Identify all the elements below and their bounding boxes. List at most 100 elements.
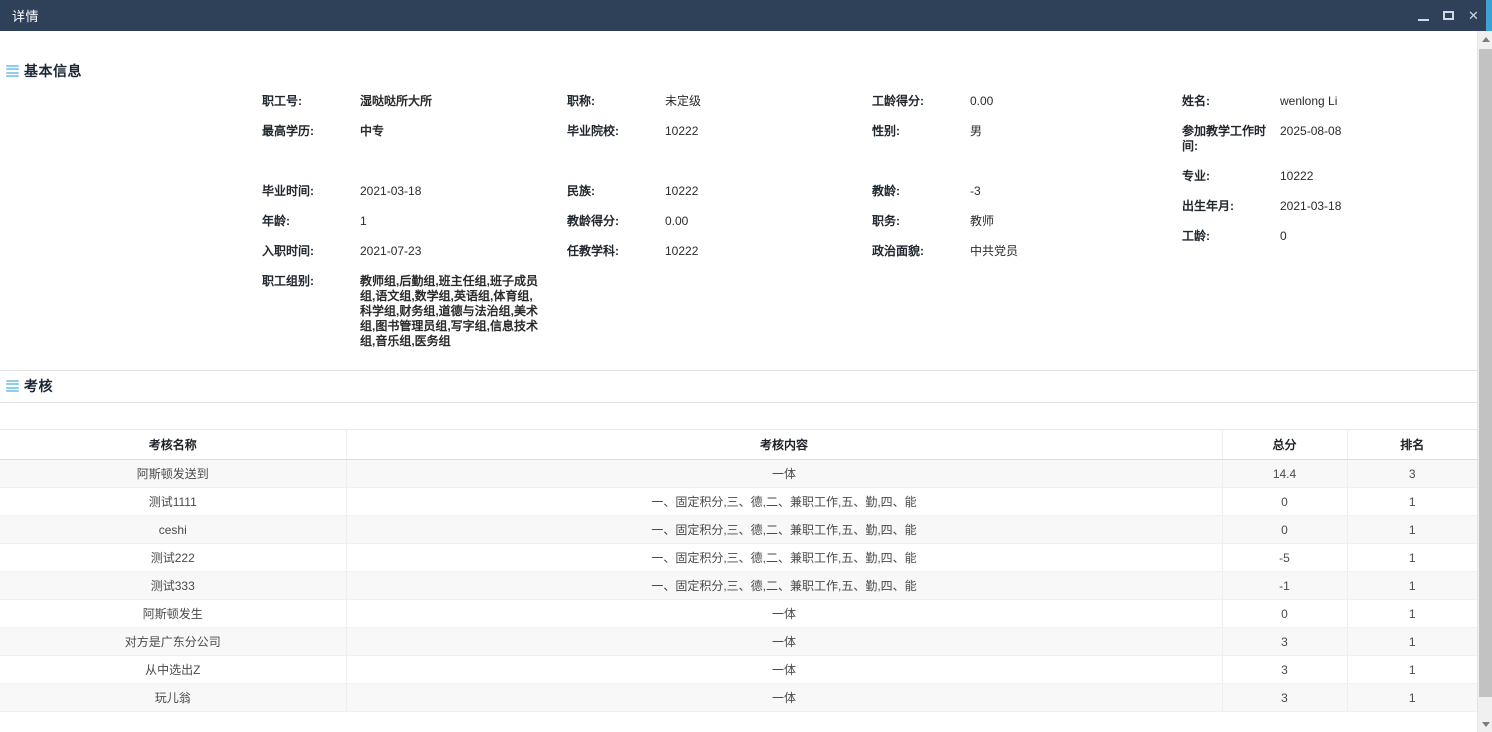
info-row-seniority-score: 工龄得分: 0.00: [872, 93, 1182, 123]
info-label: 专业:: [1182, 169, 1210, 183]
info-row-seniority: 工龄: 0: [1182, 228, 1477, 258]
info-row-employee-no: 职工号: 湿哒哒所大所: [262, 93, 567, 123]
cell-content: 一、固定积分,三、德,二、兼职工作,五、勤,四、能: [346, 515, 1223, 544]
info-row-graduation-school: 毕业院校: 10222: [567, 123, 872, 153]
info-label: 入职时间:: [262, 244, 314, 258]
info-row-employee-groups: 职工组别: 教师组,后勤组,班主任组,班子成员组,语文组,数学组,英语组,体育组…: [262, 273, 567, 349]
info-value: 10222: [1280, 169, 1314, 183]
scroll-down-button[interactable]: [1478, 716, 1492, 732]
section-title-assessment: 考核: [24, 378, 53, 394]
info-row-major: 专业: 10222: [1182, 168, 1477, 198]
table-row[interactable]: 测试222 一、固定积分,三、德,二、兼职工作,五、勤,四、能 -5 1: [0, 543, 1477, 572]
table-row[interactable]: 从中选出Z 一体 3 1: [0, 655, 1477, 684]
cell-content: 一体: [346, 599, 1223, 628]
info-value: 2025-08-08: [1280, 124, 1342, 138]
info-label: 毕业院校:: [567, 124, 619, 138]
section-divider-assessment: [0, 402, 1477, 403]
table-head: 考核名称 考核内容 总分 排名: [0, 429, 1477, 460]
title-bar: 详情 ✕: [0, 0, 1492, 31]
info-column-1: 职工号: 湿哒哒所大所 最高学历: 中专 毕业时间: 2021-03-18 年龄…: [262, 93, 567, 349]
scroll-up-button[interactable]: [1478, 31, 1492, 47]
cell-rank: 1: [1347, 655, 1477, 684]
maximize-icon: [1443, 11, 1454, 20]
column-header-content[interactable]: 考核内容: [346, 429, 1223, 460]
cell-content: 一体: [346, 655, 1223, 684]
table-row[interactable]: 测试1111 一、固定积分,三、德,二、兼职工作,五、勤,四、能 0 1: [0, 487, 1477, 516]
cell-content: 一体: [346, 683, 1223, 712]
info-row-teaching-years-score: 教龄得分: 0.00: [567, 213, 872, 243]
info-label: 参加教学工作时间:: [1182, 124, 1267, 153]
info-row-birth-date: 出生年月: 2021-03-18: [1182, 198, 1477, 228]
info-value: 2021-07-23: [360, 244, 422, 258]
info-value: 0.00: [665, 214, 689, 228]
cell-rank: 1: [1347, 683, 1477, 712]
info-row-age: 年龄: 1: [262, 213, 567, 243]
info-column-4: 姓名: wenlong Li 参加教学工作时间: 2025-08-08 专业: …: [1182, 93, 1477, 349]
minimize-button[interactable]: [1411, 0, 1436, 31]
info-label: 出生年月:: [1182, 199, 1234, 213]
content-area: 基本信息 职工号: 湿哒哒所大所 最高学历: 中专 毕业时间: 2021-03-…: [0, 31, 1477, 732]
info-row-teaching-start-date: 参加教学工作时间: 2025-08-08: [1182, 123, 1477, 154]
cell-name: 从中选出Z: [0, 655, 347, 684]
info-value: 教师: [970, 214, 995, 228]
info-column-2: 职称: 未定级 毕业院校: 10222 民族: 10222 教龄得分: 0.00: [567, 93, 872, 349]
info-value: 2021-03-18: [1280, 199, 1342, 213]
table-row[interactable]: 测试333 一、固定积分,三、德,二、兼职工作,五、勤,四、能 -1 1: [0, 571, 1477, 600]
info-row-teaching-years: 教龄: -3: [872, 183, 1182, 213]
info-value: wenlong Li: [1280, 94, 1338, 108]
info-row-name: 姓名: wenlong Li: [1182, 93, 1477, 123]
cell-content: 一、固定积分,三、德,二、兼职工作,五、勤,四、能: [346, 543, 1223, 572]
close-button[interactable]: ✕: [1461, 0, 1486, 31]
column-header-name[interactable]: 考核名称: [0, 429, 347, 460]
info-label: 职工组别:: [262, 274, 314, 288]
info-label: 职称:: [567, 94, 595, 108]
cell-rank: 1: [1347, 487, 1477, 516]
cell-score: 3: [1222, 683, 1348, 712]
cell-score: 0: [1222, 515, 1348, 544]
info-label: 政治面貌:: [872, 244, 924, 258]
info-value: 0.00: [970, 94, 994, 108]
info-value: 男: [970, 124, 983, 138]
info-label: 最高学历:: [262, 124, 314, 138]
section-header-assessment: 考核: [0, 373, 53, 399]
cell-rank: 3: [1347, 459, 1477, 488]
cell-content: 一、固定积分,三、德,二、兼职工作,五、勤,四、能: [346, 571, 1223, 600]
vertical-scrollbar[interactable]: [1477, 31, 1492, 732]
info-label: 职务:: [872, 214, 900, 228]
info-value: 10222: [665, 244, 699, 258]
cell-score: 3: [1222, 627, 1348, 656]
table-row[interactable]: 玩儿翁 一体 3 1: [0, 683, 1477, 712]
scrollbar-thumb[interactable]: [1479, 49, 1492, 697]
table-row[interactable]: ceshi 一、固定积分,三、德,二、兼职工作,五、勤,四、能 0 1: [0, 515, 1477, 544]
table-row[interactable]: 阿斯顿发生 一体 0 1: [0, 599, 1477, 628]
table-row[interactable]: 阿斯顿发送到 一体 14.4 3: [0, 459, 1477, 488]
titlebar-accent-edge: [1486, 0, 1492, 31]
info-value: 2021-03-18: [360, 184, 422, 198]
column-header-score[interactable]: 总分: [1222, 429, 1348, 460]
info-row-teaching-subject: 任教学科: 10222: [567, 243, 872, 273]
info-row-graduation-date: 毕业时间: 2021-03-18: [262, 183, 567, 213]
close-icon: ✕: [1468, 8, 1479, 23]
column-header-rank[interactable]: 排名: [1347, 429, 1477, 460]
info-label: 工龄:: [1182, 229, 1210, 243]
table-row[interactable]: 对方是广东分公司 一体 3 1: [0, 627, 1477, 656]
section-divider-basic: [0, 370, 1477, 371]
cell-content: 一、固定积分,三、德,二、兼职工作,五、勤,四、能: [346, 487, 1223, 516]
info-row-political-status: 政治面貌: 中共党员: [872, 243, 1182, 273]
maximize-button[interactable]: [1436, 0, 1461, 31]
info-row-hire-date: 入职时间: 2021-07-23: [262, 243, 567, 273]
info-value: 10222: [665, 124, 699, 138]
chevron-down-icon: [1481, 721, 1490, 727]
info-value: 1: [360, 214, 367, 228]
cell-content: 一体: [346, 627, 1223, 656]
scrollbar-track[interactable]: [1478, 698, 1492, 716]
list-icon: [6, 379, 19, 393]
cell-name: 测试333: [0, 571, 347, 600]
info-label: 民族:: [567, 184, 595, 198]
detail-window: 详情 ✕ 基本信息 职工号: 湿哒哒所大所 最高学历: 中专 毕业时间: 202…: [0, 0, 1492, 732]
window-title: 详情: [12, 9, 40, 24]
cell-name: 对方是广东分公司: [0, 627, 347, 656]
info-row-ethnicity: 民族: 10222: [567, 183, 872, 213]
